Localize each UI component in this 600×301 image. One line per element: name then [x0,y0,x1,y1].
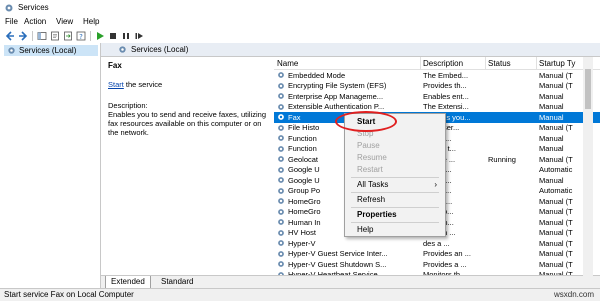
cell-name: Embedded Mode [288,70,346,80]
service-gear-icon [278,240,284,246]
properties-icon[interactable] [50,31,60,41]
service-gear-icon [278,250,284,257]
cell-name: Enterprise App Manageme... [288,91,384,101]
column-header-name[interactable]: Name [277,59,298,68]
cell-name: Hyper-V Guest Service Inter... [288,249,388,258]
watermark: wsxdn.com [553,290,594,299]
cell-name: Extensible Authentication P... [288,102,385,111]
cell-name: Hyper-V [288,238,316,248]
service-gear-icon [278,93,284,99]
cell-description: Enables ent... [423,91,469,101]
service-gear-icon [278,124,284,131]
toolbar: ? [0,29,600,44]
cell-description: des a ... [423,238,450,248]
menu-view[interactable]: View [56,17,73,26]
service-gear-icon [278,219,284,225]
context-menu-pause[interactable]: Pause [345,140,445,151]
pane-header: Services (Local) [101,43,600,57]
service-gear-icon [278,103,284,110]
window-title: Services [18,3,49,12]
start-service-line: Start the service [108,80,162,89]
service-gear-icon [278,198,284,204]
table-row[interactable]: Embedded Mode The Embed... Manual (T [274,70,600,81]
service-gear-icon [278,114,284,120]
cell-status: Running [488,154,516,164]
cell-description: Provides a ... [423,259,467,269]
service-gear-icon [278,187,284,194]
export-list-icon[interactable] [63,31,73,41]
services-gear-icon [119,46,126,53]
table-row[interactable]: Enterprise App Manageme... Enables ent...… [274,91,600,102]
tree-node-services-local[interactable]: Services (Local) [4,45,98,56]
selected-service-name: Fax [108,61,122,70]
context-menu-resume[interactable]: Resume [345,152,445,163]
table-row[interactable]: Encrypting File System (EFS) Provides th.… [274,81,600,92]
service-detail-panel: Fax Start the service Description: Enabl… [101,57,273,277]
service-gear-icon [278,145,284,152]
table-row[interactable]: Hyper-V des a ... Manual (T [274,238,600,249]
service-gear-icon [278,72,284,78]
console-tree-icon[interactable] [37,31,47,41]
context-menu-help[interactable]: Help [345,224,445,235]
cell-description: The Embed... [423,70,469,80]
column-header-description[interactable]: Description [423,59,463,68]
service-gear-icon [278,82,284,89]
cell-description: Provides th... [423,81,467,90]
console-tree-pane: Services (Local) [0,43,101,288]
submenu-arrow-icon: › [434,180,437,189]
table-row[interactable]: Extensible Authentication P... The Extens… [274,102,600,113]
pane-header-title: Services (Local) [131,45,189,54]
description-label: Description: [108,101,148,110]
cell-name: Encrypting File System (EFS) [288,81,387,90]
context-menu-properties[interactable]: Properties [345,209,445,220]
context-menu-all-tasks[interactable]: All Tasks › [345,179,445,190]
service-gear-icon [278,166,284,173]
status-text: Start service Fax on Local Computer [4,290,134,299]
service-gear-icon [278,177,284,183]
service-gear-icon [278,156,284,162]
stop-icon[interactable] [108,31,118,41]
menu-file[interactable]: File [5,17,18,26]
start-service-link[interactable]: Start [108,80,124,89]
table-row[interactable]: Hyper-V Guest Service Inter... Provides a… [274,249,600,260]
menu-bar: File Action View Help [0,16,600,29]
service-gear-icon [278,208,284,215]
service-gear-icon [278,261,284,267]
context-menu-restart[interactable]: Restart [345,164,445,175]
cell-name: Hyper-V Guest Shutdown S... [288,259,387,269]
forward-arrow-icon[interactable] [18,31,28,41]
context-menu-refresh[interactable]: Refresh [345,194,445,205]
service-gear-icon [278,135,284,141]
table-row[interactable]: Hyper-V Guest Shutdown S... Provides a ..… [274,259,600,270]
vertical-scrollbar[interactable] [583,57,593,277]
svg-text:?: ? [79,33,83,41]
description-text: Enables you to send and receive faxes, u… [108,110,267,137]
back-arrow-icon[interactable] [5,31,15,41]
cell-description: The Extensi... [423,102,469,111]
services-gear-icon [8,47,15,54]
help-icon[interactable]: ? [76,31,86,41]
cell-description: Provides an ... [423,249,471,258]
menu-help[interactable]: Help [83,17,99,26]
highlight-circle [335,111,397,132]
play-icon[interactable] [95,31,105,41]
services-gear-icon [5,4,13,12]
start-suffix: the service [123,80,163,89]
title-bar: Services [0,0,600,17]
list-header: Name Description Status Startup Ty [274,57,600,70]
scrollbar-thumb[interactable] [585,69,591,109]
view-tabs: Extended Standard [101,275,600,290]
column-header-status[interactable]: Status [488,59,511,68]
column-header-startup-type[interactable]: Startup Ty [539,59,575,68]
tree-node-label: Services (Local) [19,46,77,55]
menu-action[interactable]: Action [24,17,46,26]
service-gear-icon [278,229,284,236]
restart-icon[interactable] [134,31,144,41]
status-bar: Start service Fax on Local Computer wsxd… [0,288,600,301]
pause-icon[interactable] [121,31,131,41]
